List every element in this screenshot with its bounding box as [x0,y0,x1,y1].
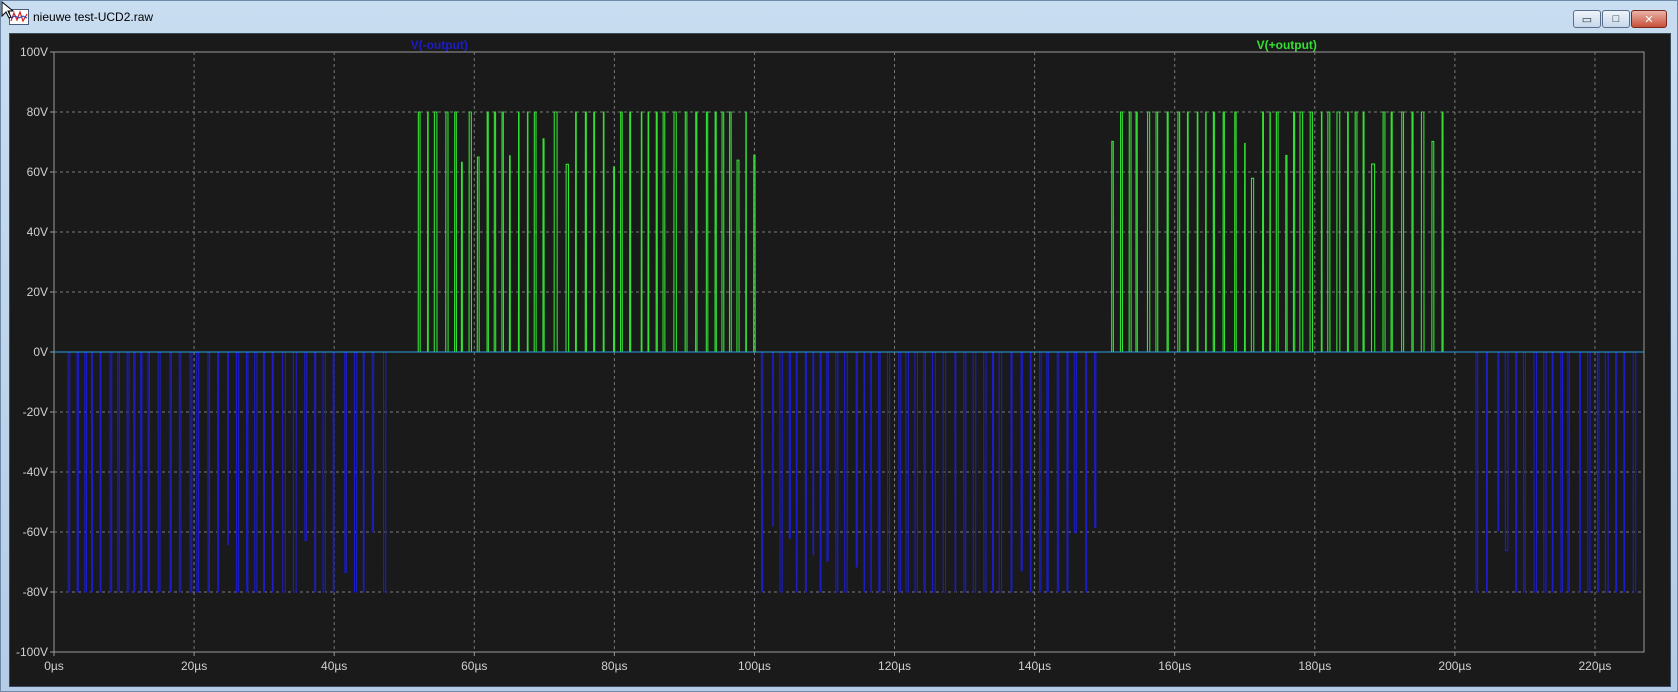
x-tick-label: 140µs [1018,659,1051,673]
close-icon: ✕ [1644,13,1654,26]
legend-label-0: V(-output) [411,38,468,52]
mouse-cursor-icon [1,1,15,19]
waveform-window: nieuwe test-UCD2.raw ▭ □ ✕ 100V 80V 60V 40V… [0,0,1678,692]
y-tick-label: -100V [16,645,48,659]
close-button[interactable]: ✕ [1631,10,1667,28]
y-tick-label: 60V [27,165,48,179]
legend-label-1: V(+output) [1257,38,1317,52]
minimize-icon: ▭ [1581,13,1593,26]
y-tick-label: 100V [20,45,48,59]
y-tick-label: 20V [27,285,48,299]
maximize-button[interactable]: □ [1602,10,1630,28]
x-tick-label: 200µs [1438,659,1471,673]
waveform-chart[interactable]: 100V 80V 60V 40V 20V 0V -20V -40V -60V -80V -100V0… [10,34,1670,686]
y-tick-label: 80V [27,105,48,119]
y-tick-label: 0V [33,345,48,359]
x-tick-label: 100µs [738,659,771,673]
x-tick-label: 0µs [44,659,64,673]
y-tick-label: 40V [27,225,48,239]
y-tick-label: -20V [23,405,48,419]
minimize-button[interactable]: ▭ [1573,10,1601,28]
y-tick-label: -40V [23,465,48,479]
window-title: nieuwe test-UCD2.raw [33,10,154,24]
x-tick-label: 60µs [461,659,487,673]
maximize-icon: □ [1612,13,1620,25]
x-tick-label: 180µs [1298,659,1331,673]
y-tick-label: -60V [23,525,48,539]
x-tick-label: 40µs [321,659,347,673]
title-bar[interactable]: nieuwe test-UCD2.raw ▭ □ ✕ [1,1,1677,33]
x-tick-label: 220µs [1579,659,1612,673]
x-tick-label: 20µs [181,659,207,673]
plot-pane[interactable]: 100V 80V 60V 40V 20V 0V -20V -40V -60V -80V -100V 0… [9,33,1671,687]
x-tick-label: 80µs [601,659,627,673]
y-tick-label: -80V [23,585,48,599]
x-tick-label: 120µs [878,659,911,673]
x-tick-label: 160µs [1158,659,1191,673]
